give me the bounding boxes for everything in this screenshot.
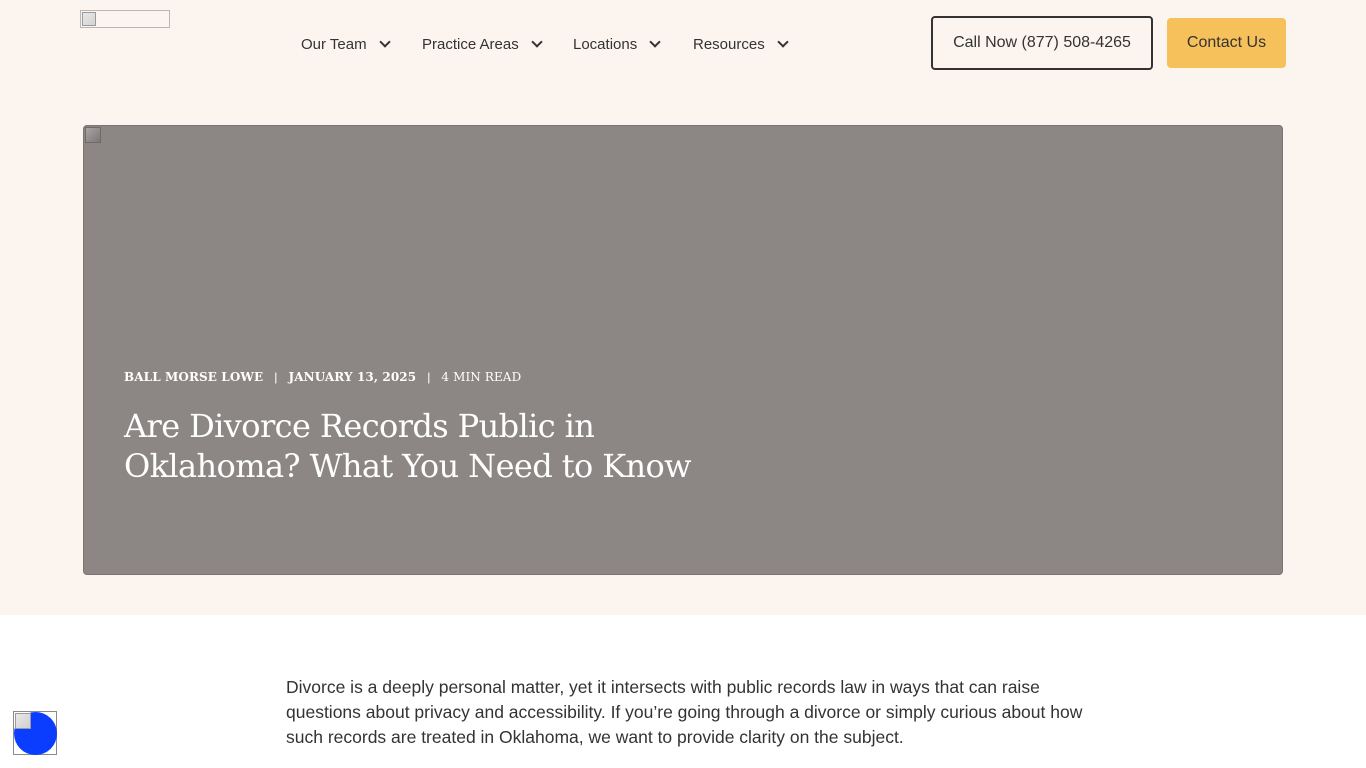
page-title: Are Divorce Records Public in Oklahoma? … xyxy=(124,407,692,485)
meta-separator: | xyxy=(427,370,431,384)
broken-image-icon xyxy=(85,127,101,143)
header-section: Our Team Practice Areas Locations Resour… xyxy=(0,0,1366,615)
nav-item-resources[interactable]: Resources xyxy=(693,33,789,55)
broken-image-icon xyxy=(15,713,31,729)
call-now-button[interactable]: Call Now (877) 508-4265 xyxy=(931,16,1153,70)
post-author[interactable]: BALL MORSE LOWE xyxy=(124,370,263,384)
read-time: 4 MIN READ xyxy=(441,370,522,384)
chevron-down-icon xyxy=(378,36,391,48)
broken-image-icon xyxy=(82,12,96,26)
site-logo[interactable] xyxy=(80,10,170,28)
chevron-down-icon xyxy=(777,36,789,48)
nav-item-label: Practice Areas xyxy=(422,35,519,53)
nav-item-label: Locations xyxy=(573,35,638,53)
contact-us-button[interactable]: Contact Us xyxy=(1167,18,1286,68)
post-meta: BALL MORSE LOWE | JANUARY 13, 2025 | 4 M… xyxy=(124,370,521,384)
post-date: JANUARY 13, 2025 xyxy=(288,370,417,384)
nav-item-locations[interactable]: Locations xyxy=(573,33,661,55)
chevron-down-icon xyxy=(531,36,543,48)
hero-banner: BALL MORSE LOWE | JANUARY 13, 2025 | 4 M… xyxy=(83,125,1283,575)
nav-item-practice-areas[interactable]: Practice Areas xyxy=(422,33,543,55)
nav-item-label: Our Team xyxy=(301,35,367,53)
meta-separator: | xyxy=(274,370,278,384)
article-intro: Divorce is a deeply personal matter, yet… xyxy=(286,677,1083,747)
nav-item-label: Resources xyxy=(693,35,765,53)
chevron-down-icon xyxy=(649,36,661,48)
nav-item-our-team[interactable]: Our Team xyxy=(301,33,391,55)
accessibility-button[interactable] xyxy=(13,711,57,755)
main-nav: Our Team Practice Areas Locations Resour… xyxy=(0,33,1366,55)
